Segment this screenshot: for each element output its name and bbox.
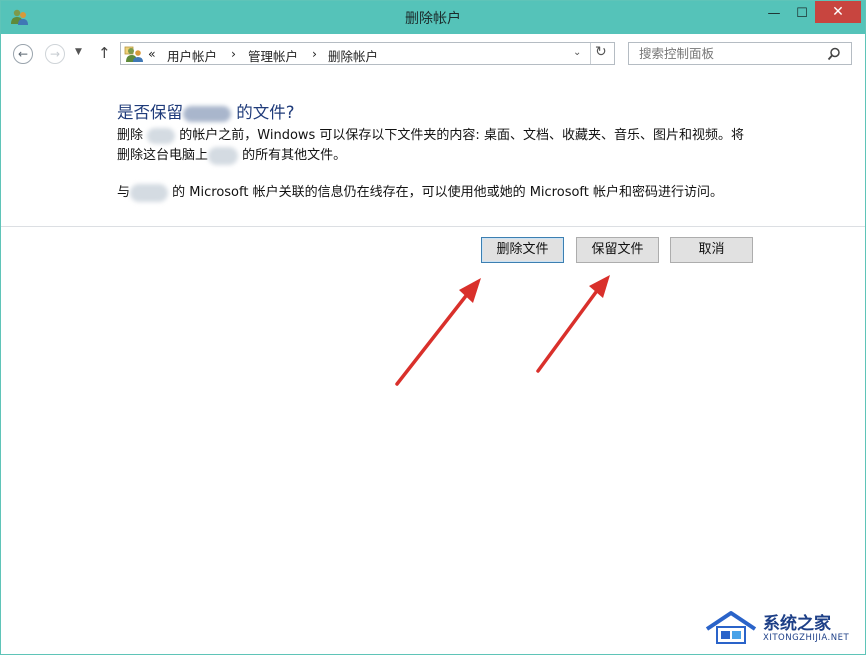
redacted-username xyxy=(208,146,239,165)
recent-locations-chevron-icon[interactable]: ▼ xyxy=(75,47,82,57)
section-divider xyxy=(1,226,865,227)
breadcrumb-overflow[interactable]: « xyxy=(148,46,156,61)
window-title: 删除帐户 xyxy=(405,11,461,27)
page-title: 是否保留 的文件? xyxy=(117,99,295,123)
watermark-logo: 系统之家 XITONGZHIJIA.NET xyxy=(703,607,863,651)
text-fragment: 的所有其他文件。 xyxy=(238,148,347,163)
back-button[interactable]: ← xyxy=(13,44,33,64)
annotation-arrow xyxy=(536,275,610,373)
address-bar[interactable]: « 用户帐户 › 管理帐户 › 删除帐户 ⌄ ↻ xyxy=(120,42,615,65)
watermark-name: 系统之家 xyxy=(763,614,831,634)
breadcrumb-separator[interactable]: › xyxy=(231,46,236,61)
redacted-username xyxy=(183,105,231,122)
search-icon[interactable] xyxy=(827,46,841,61)
maximize-button[interactable]: ☐ xyxy=(787,1,817,25)
main-content: 是否保留 的文件? 删除 的帐户之前，Windows 可以保存以下文件夹的内容:… xyxy=(1,74,865,654)
search-input[interactable] xyxy=(629,43,829,64)
refresh-icon[interactable]: ↻ xyxy=(595,44,607,60)
minimize-button[interactable]: — xyxy=(759,1,789,25)
house-logo-icon xyxy=(705,611,757,644)
text-fragment: 删除 xyxy=(117,128,148,143)
back-arrow-icon: ← xyxy=(17,47,29,61)
keep-files-button[interactable]: 保留文件 xyxy=(576,237,659,263)
description-line-3: 与 的 Microsoft 帐户关联的信息仍在线存在，可以使用他或她的 Micr… xyxy=(117,183,723,203)
forward-button[interactable]: → xyxy=(45,44,65,64)
text-fragment: 删除这台电脑上 xyxy=(117,148,209,163)
breadcrumb-separator[interactable]: › xyxy=(312,46,317,61)
text-fragment: 的 Microsoft 帐户关联的信息仍在线存在，可以使用他或她的 Micros… xyxy=(168,185,723,200)
page-title-prefix: 是否保留 xyxy=(117,103,183,122)
title-bar[interactable]: 删除帐户 — ☐ ✕ xyxy=(1,1,865,34)
text-fragment: 的帐户之前，Windows 可以保存以下文件夹的内容: 桌面、文档、收藏夹、音乐… xyxy=(175,128,744,143)
control-panel-users-icon xyxy=(124,45,144,63)
address-divider xyxy=(590,43,591,64)
delete-files-button[interactable]: 删除文件 xyxy=(481,237,564,263)
description-line-1: 删除 的帐户之前，Windows 可以保存以下文件夹的内容: 桌面、文档、收藏夹… xyxy=(117,126,744,146)
cancel-button[interactable]: 取消 xyxy=(670,237,753,263)
breadcrumb-delete-account[interactable]: 删除帐户 xyxy=(328,46,378,65)
close-button[interactable]: ✕ xyxy=(815,1,861,23)
up-arrow-icon[interactable]: ↑ xyxy=(98,44,111,62)
delete-account-window: 删除帐户 — ☐ ✕ ← → ▼ ↑ « 用户帐户 › 管理帐户 › 删除帐户 … xyxy=(0,0,866,655)
watermark-url: XITONGZHIJIA.NET xyxy=(763,633,850,643)
description-line-2: 删除这台电脑上 的所有其他文件。 xyxy=(117,146,346,166)
annotation-arrow xyxy=(395,278,481,386)
address-dropdown-icon[interactable]: ⌄ xyxy=(573,47,581,58)
breadcrumb-user-accounts[interactable]: 用户帐户 xyxy=(167,46,217,65)
text-fragment: 与 xyxy=(117,185,131,200)
redacted-username xyxy=(147,127,176,144)
page-title-suffix: 的文件? xyxy=(231,103,295,122)
redacted-username xyxy=(130,183,169,202)
navigation-bar: ← → ▼ ↑ « 用户帐户 › 管理帐户 › 删除帐户 ⌄ ↻ 搜索控制面板 xyxy=(1,34,865,74)
forward-arrow-icon: → xyxy=(49,47,61,61)
search-box[interactable] xyxy=(628,42,852,65)
breadcrumb-manage-accounts[interactable]: 管理帐户 xyxy=(248,46,298,65)
